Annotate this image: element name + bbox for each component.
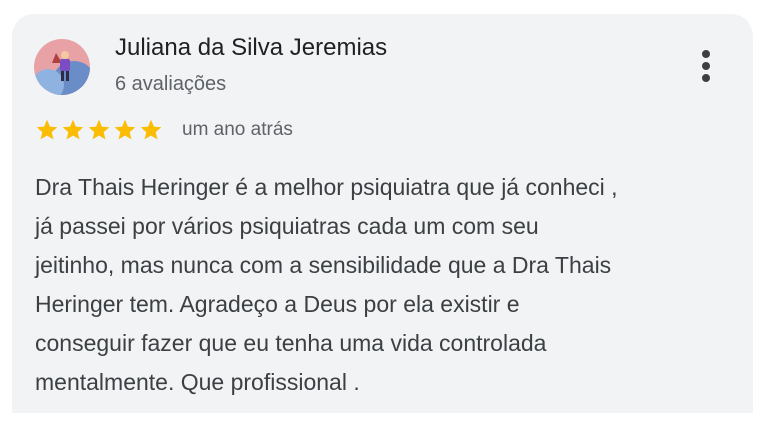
- review-text-line: mentalmente. Que profissional .: [35, 369, 360, 395]
- avatar[interactable]: [34, 39, 90, 95]
- review-date: um ano atrás: [182, 119, 293, 140]
- review-text-line: conseguir fazer que eu tenha uma vida co…: [35, 330, 547, 356]
- star-icon: [140, 119, 162, 140]
- review-text-line: já passei por vários psiquiatras cada um…: [35, 213, 539, 239]
- review-card: Juliana da Silva Jeremias 6 avaliações u…: [12, 14, 753, 413]
- star-icon: [114, 119, 136, 140]
- review-text-line: Dra Thais Heringer é a melhor psiquiatra…: [35, 174, 618, 200]
- review-text-line: Heringer tem. Agradeço a Deus por ela ex…: [35, 291, 520, 317]
- star-rating: [35, 118, 163, 144]
- star-icon: [88, 119, 110, 140]
- avatar-icon: [34, 39, 90, 95]
- review-text-line: jeitinho, mas nunca com a sensibilidade …: [35, 252, 612, 278]
- star-icon: [36, 119, 58, 140]
- reviewer-name[interactable]: Juliana da Silva Jeremias: [115, 34, 387, 62]
- more-options-button[interactable]: [692, 46, 720, 86]
- review-text: Dra Thais Heringer é a melhor psiquiatra…: [35, 168, 735, 402]
- reviews-count: 6 avaliações: [115, 73, 227, 95]
- star-icon: [62, 119, 84, 140]
